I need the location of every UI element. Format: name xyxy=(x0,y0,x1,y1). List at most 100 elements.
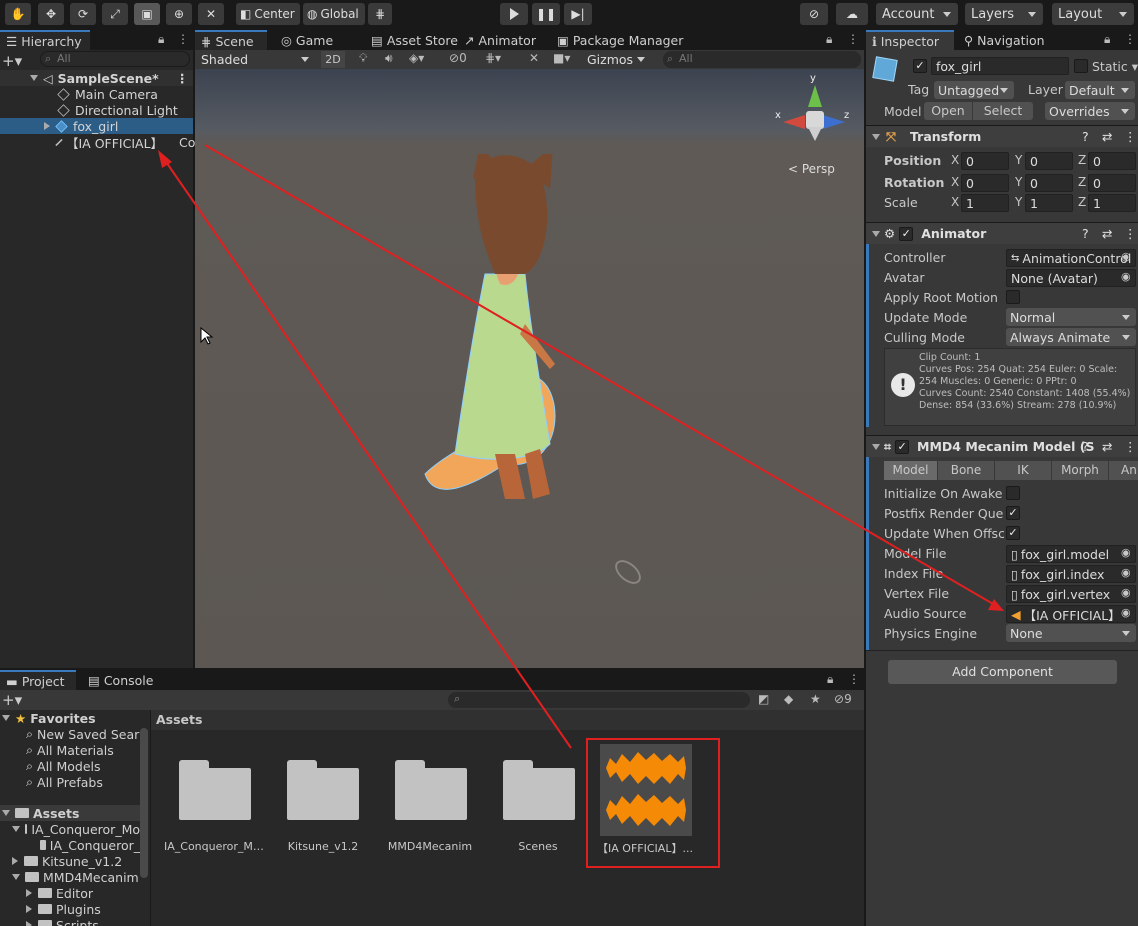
preset-icon[interactable]: ⇄ xyxy=(1102,129,1112,144)
lock-icon[interactable]: 🔒︎ xyxy=(827,672,833,687)
tree-folder[interactable]: MMD4Mecanim xyxy=(0,869,140,885)
hidden-packages-icon[interactable]: ⊘9 xyxy=(834,692,852,706)
layout-dropdown[interactable]: Layout xyxy=(1052,3,1134,25)
mmd4-tab-bone[interactable]: Bone xyxy=(938,461,994,480)
asset-folder[interactable] xyxy=(179,760,251,820)
tab-game[interactable]: ◎ Game xyxy=(275,30,339,50)
asset-folder[interactable] xyxy=(395,760,467,820)
animator-enabled-checkbox[interactable]: ✓ xyxy=(899,226,914,241)
grid-icon[interactable]: ⋕▾ xyxy=(485,51,501,65)
apply-root-motion-checkbox[interactable] xyxy=(1006,290,1020,304)
update-when-offscreen-checkbox[interactable]: ✓ xyxy=(1006,526,1020,540)
hierarchy-search-input[interactable]: ⌕ All xyxy=(40,51,190,67)
scale-tool-icon[interactable]: ⤢ xyxy=(102,3,128,25)
object-picker-icon[interactable]: ◉ xyxy=(1121,586,1131,599)
tree-folder[interactable]: IA_Conqueror_Mo xyxy=(0,821,140,837)
tools-icon[interactable]: ✕ xyxy=(529,51,539,65)
fox-girl-character[interactable] xyxy=(415,154,595,504)
controller-field[interactable]: ⇆ AnimationControl xyxy=(1006,249,1136,267)
shading-mode-dropdown[interactable]: Shaded xyxy=(197,50,315,68)
transform-tool-icon[interactable]: ⊕ xyxy=(166,3,192,25)
animator-header[interactable]: ⚙ ✓ Animator ? ⇄ ⋮ xyxy=(866,222,1138,244)
component-menu-icon[interactable]: ⋮ xyxy=(1124,439,1137,454)
pivot-center-button[interactable]: ◧ Center xyxy=(236,3,300,25)
audio-icon[interactable]: 🔊︎ xyxy=(385,51,393,66)
index-file-field[interactable]: ▯ fox_girl.index xyxy=(1006,565,1136,583)
tab-scene[interactable]: ⋕ Scene xyxy=(195,30,267,50)
hierarchy-item[interactable]: Directional Light xyxy=(0,102,193,118)
more-menu-icon[interactable]: ⋮ xyxy=(847,32,859,46)
add-icon[interactable]: +▾ xyxy=(2,52,22,70)
model-select-button[interactable]: Select xyxy=(973,102,1033,120)
scene-search-input[interactable]: ⌕ All xyxy=(663,51,861,68)
perspective-label[interactable]: < Persp xyxy=(788,162,835,176)
model-file-field[interactable]: ▯ fox_girl.model xyxy=(1006,545,1136,563)
layers-dropdown[interactable]: Layers xyxy=(965,3,1043,25)
hand-tool-icon[interactable]: ✋ xyxy=(5,3,31,25)
cloud-icon[interactable]: ☁ xyxy=(836,3,868,25)
update-mode-dropdown[interactable]: Normal xyxy=(1006,308,1136,326)
project-search-input[interactable]: ⌕ xyxy=(448,692,750,708)
add-component-button[interactable]: Add Component xyxy=(888,660,1117,684)
initialize-on-awake-checkbox[interactable] xyxy=(1006,486,1020,500)
pause-button[interactable]: ❚❚ xyxy=(532,3,560,25)
help-icon[interactable]: ? xyxy=(1082,439,1089,454)
component-menu-icon[interactable]: ⋮ xyxy=(1124,226,1137,241)
help-icon[interactable]: ? xyxy=(1082,226,1089,241)
object-picker-icon[interactable]: ◉ xyxy=(1121,546,1131,559)
postfix-render-queue-checkbox[interactable]: ✓ xyxy=(1006,506,1020,520)
vertex-file-field[interactable]: ▯ fox_girl.vertex xyxy=(1006,585,1136,603)
move-tool-icon[interactable]: ✥ xyxy=(38,3,64,25)
gizmos-dropdown[interactable]: Gizmos xyxy=(583,50,651,68)
audio-source-field[interactable]: ◀ 【IA OFFICIAL】 xyxy=(1006,605,1136,623)
object-name-field[interactable]: fox_girl xyxy=(931,57,1069,75)
tree-folder[interactable]: IA_Conqueror_ xyxy=(0,837,140,853)
2d-toggle-button[interactable]: 2D xyxy=(321,51,345,68)
transform-header[interactable]: ⤧ Transform ? ⇄ ⋮ xyxy=(866,125,1138,147)
collab-icon[interactable]: ⊘ xyxy=(800,3,828,25)
object-picker-icon[interactable]: ◉ xyxy=(1121,566,1131,579)
object-picker-icon[interactable]: ◉ xyxy=(1121,270,1131,283)
mmd4-tab-model[interactable]: Model xyxy=(884,461,937,480)
asset-folder[interactable] xyxy=(503,760,575,820)
physics-engine-dropdown[interactable]: None xyxy=(1006,624,1136,642)
favorite-item[interactable]: ⌕ All Models xyxy=(0,758,140,774)
rotate-tool-icon[interactable]: ⟳ xyxy=(70,3,96,25)
tree-folder[interactable]: Editor xyxy=(0,885,140,901)
culling-mode-dropdown[interactable]: Always Animate xyxy=(1006,328,1136,346)
grid-snap-icon[interactable]: ⋕ xyxy=(368,3,392,25)
lock-icon[interactable]: 🔒︎ xyxy=(158,32,164,47)
effects-icon[interactable]: ◈▾ xyxy=(409,51,424,65)
model-open-button[interactable]: Open xyxy=(924,102,972,120)
hidden-objects-icon[interactable]: ⊘0 xyxy=(449,51,467,65)
mmd4-tab-anim[interactable]: Ani xyxy=(1109,461,1138,480)
lock-icon[interactable]: 🔒︎ xyxy=(826,32,832,47)
tab-navigation[interactable]: ⚲ Navigation xyxy=(958,30,1051,50)
lighting-icon[interactable]: 💡︎ xyxy=(359,51,367,66)
avatar-field[interactable]: None (Avatar) xyxy=(1006,269,1136,287)
tag-dropdown[interactable]: Untagged xyxy=(934,81,1014,99)
scene-menu-icon[interactable]: ⋮ xyxy=(176,71,189,86)
preset-icon[interactable]: ⇄ xyxy=(1102,226,1112,241)
tab-animator[interactable]: ↗ Animator xyxy=(458,30,542,50)
tree-folder[interactable]: Plugins xyxy=(0,901,140,917)
tab-package-manager[interactable]: ▣ Package Manager xyxy=(551,30,689,50)
tab-project[interactable]: ▬ Project xyxy=(0,670,76,690)
help-icon[interactable]: ? xyxy=(1082,129,1089,144)
more-menu-icon[interactable]: ⋮ xyxy=(1124,32,1136,46)
camera-icon[interactable]: ■▾ xyxy=(553,51,570,65)
scene-orientation-gizmo[interactable]: y x z xyxy=(775,73,855,147)
layer-dropdown[interactable]: Default xyxy=(1065,81,1135,99)
tree-folder[interactable]: Kitsune_v1.2 xyxy=(0,853,140,869)
scale-y-field[interactable]: 1 xyxy=(1025,194,1073,212)
position-x-field[interactable]: 0 xyxy=(961,152,1009,170)
tab-inspector[interactable]: ℹ Inspector xyxy=(866,30,954,50)
mmd4-tab-morph[interactable]: Morph xyxy=(1052,461,1108,480)
asset-folder[interactable] xyxy=(287,760,359,820)
more-menu-icon[interactable]: ⋮ xyxy=(848,672,860,686)
object-picker-icon[interactable]: ◉ xyxy=(1121,250,1131,263)
more-menu-icon[interactable]: ⋮ xyxy=(177,32,189,46)
scene-row[interactable]: ◁ SampleScene* ⋮ xyxy=(0,70,193,86)
favorite-item[interactable]: ⌕ All Prefabs xyxy=(0,774,140,790)
custom-tool-icon[interactable]: ✕ xyxy=(198,3,224,25)
